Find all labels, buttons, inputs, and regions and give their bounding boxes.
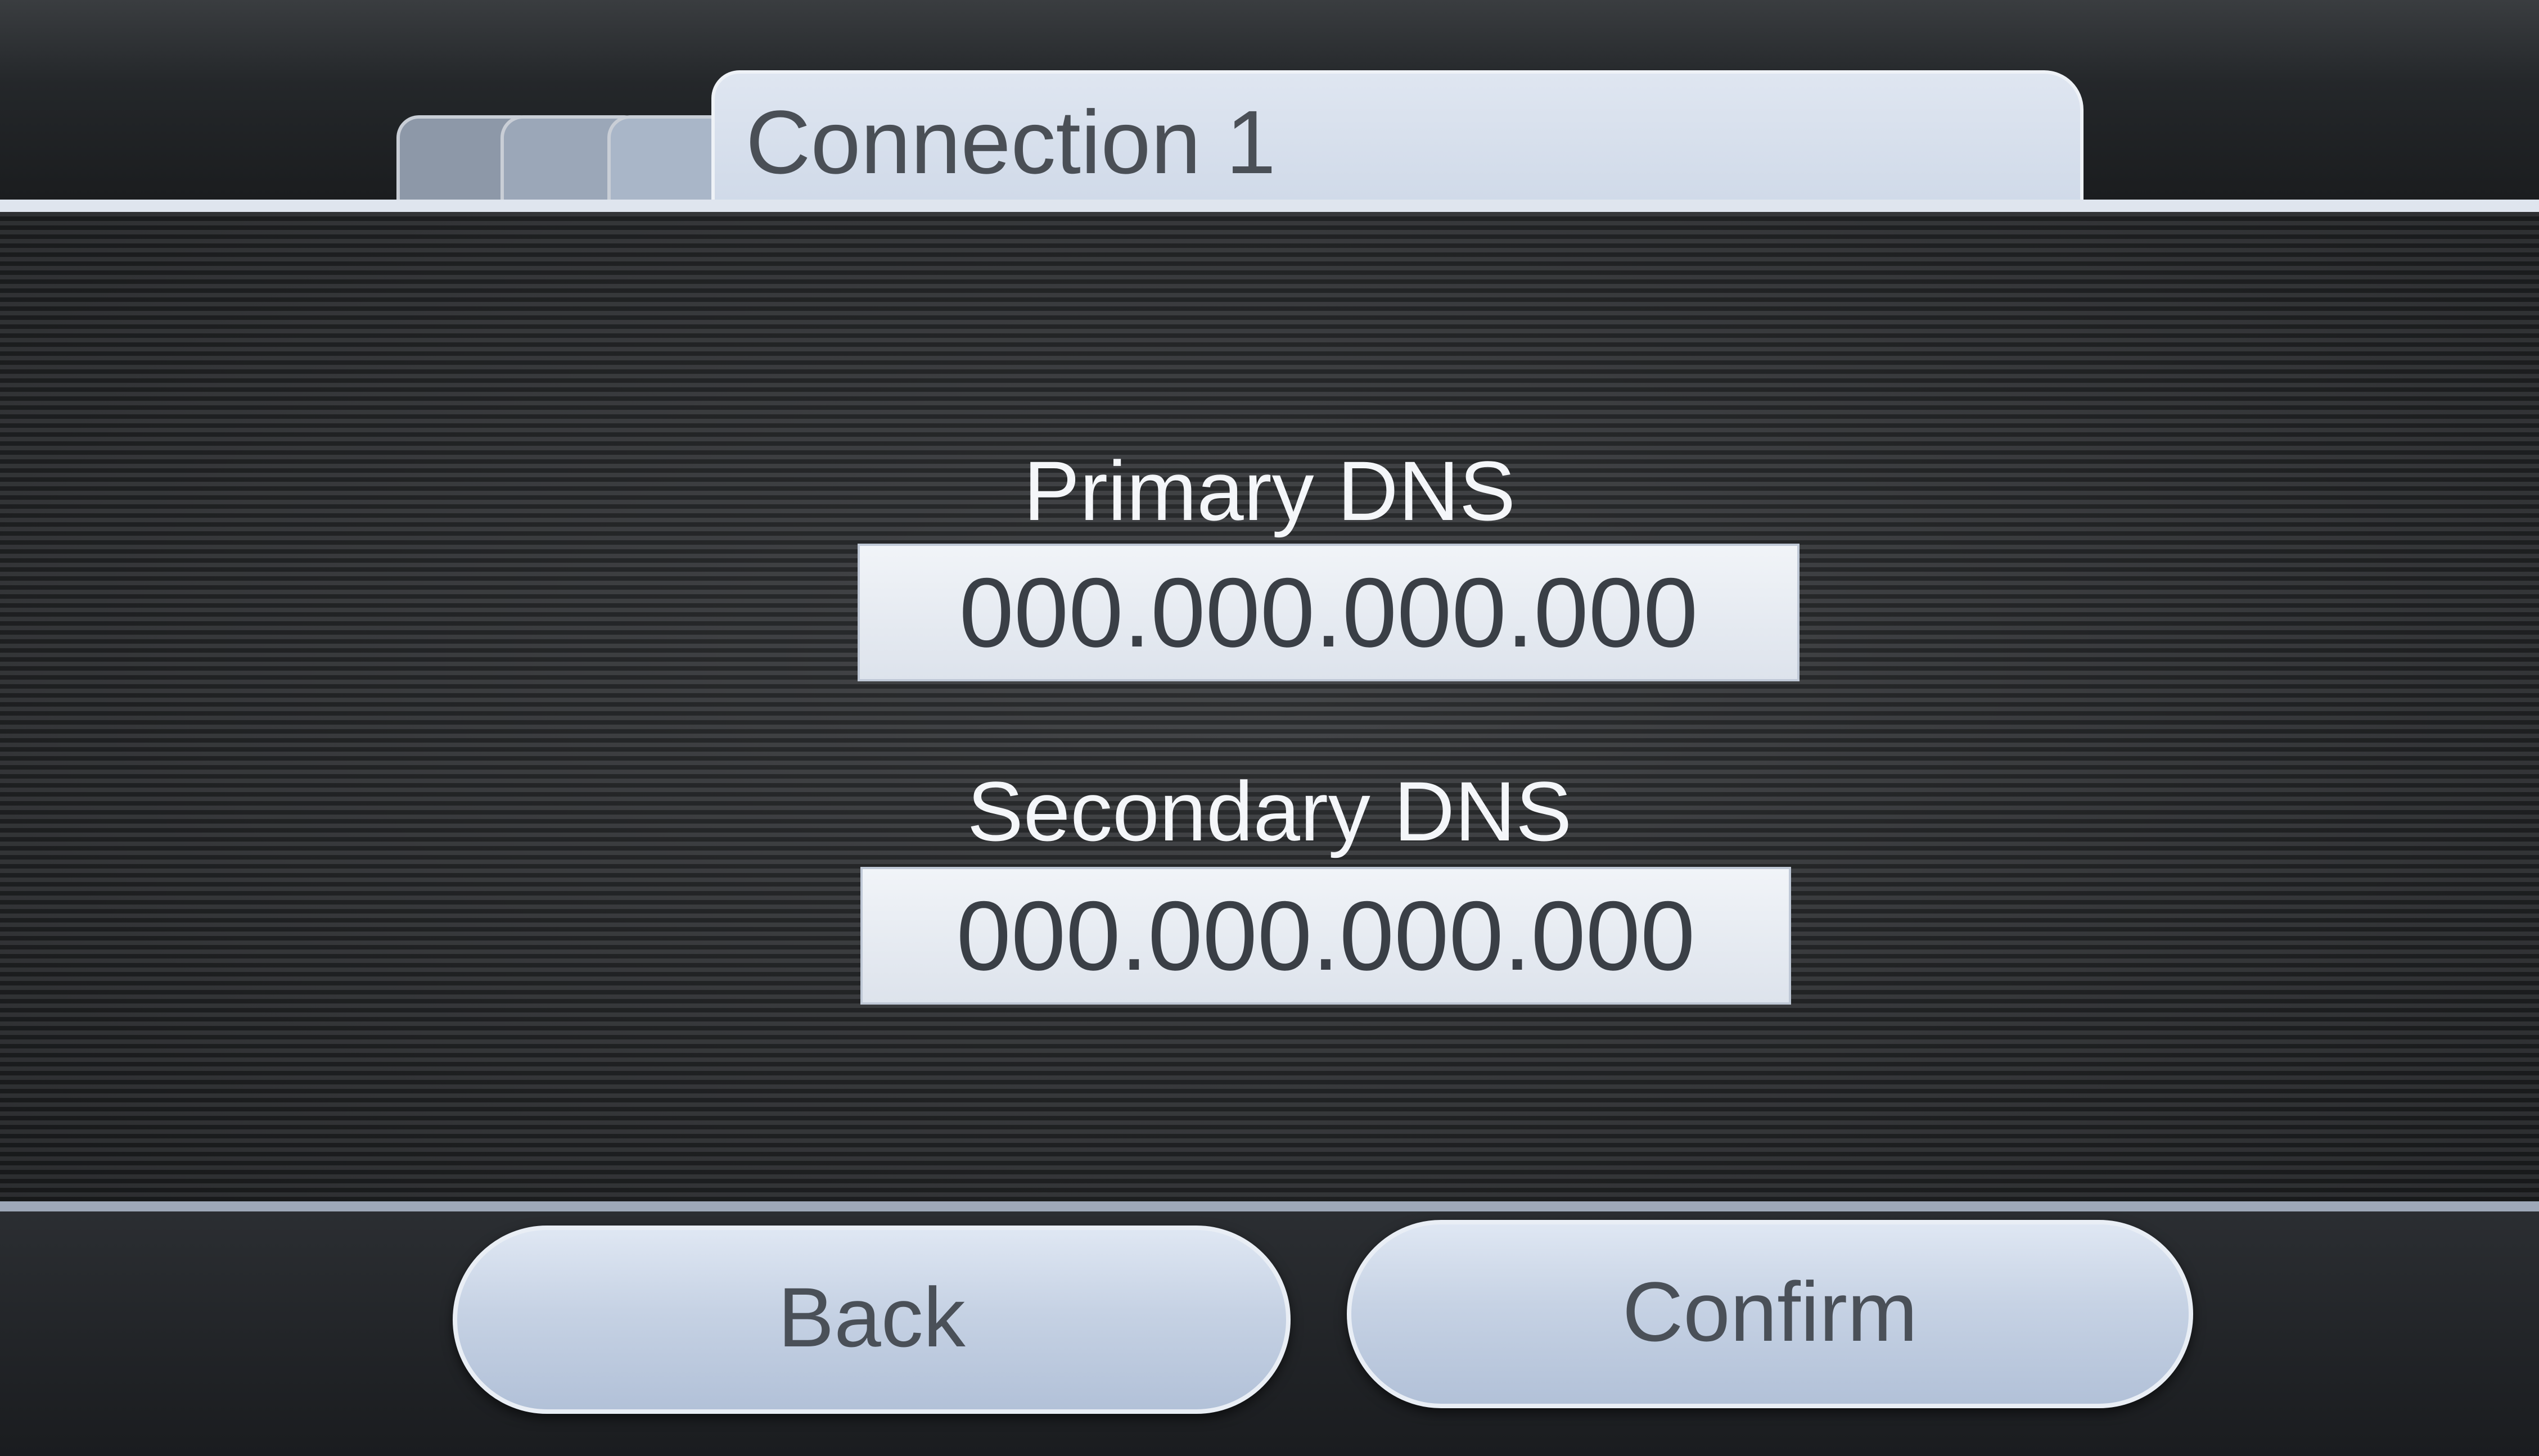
- panel-shading: [0, 212, 2539, 1201]
- page-title: Connection 1: [746, 92, 1276, 192]
- wii-settings-screen: Connection 1 Primary DNS 000.000.000.000…: [0, 0, 2539, 1456]
- back-button[interactable]: Back: [453, 1226, 1291, 1414]
- tab-connection: Connection 1: [711, 70, 2083, 211]
- confirm-button[interactable]: Confirm: [1347, 1220, 2193, 1408]
- primary-dns-label: Primary DNS: [1023, 444, 1516, 538]
- primary-dns-field[interactable]: 000.000.000.000: [858, 544, 1800, 681]
- dns-settings-panel: Primary DNS 000.000.000.000 Secondary DN…: [0, 200, 2539, 1211]
- secondary-dns-field[interactable]: 000.000.000.000: [860, 867, 1791, 1005]
- secondary-dns-label: Secondary DNS: [967, 764, 1572, 858]
